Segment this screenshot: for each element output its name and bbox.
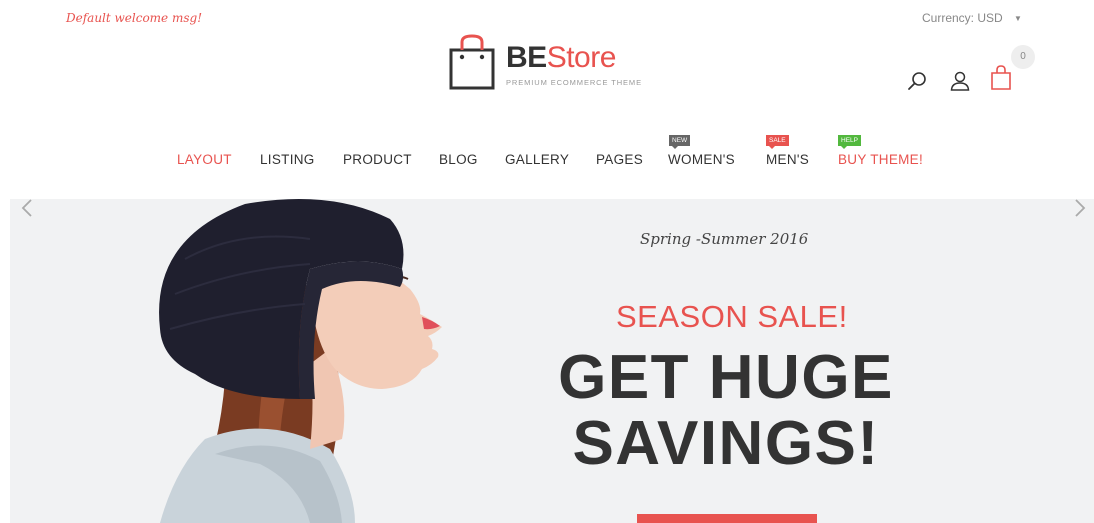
search-button[interactable] — [904, 66, 930, 96]
hero-title: GET HUGE SAVINGS! — [526, 345, 926, 477]
brand-name: BEStore — [506, 42, 616, 74]
slider-prev-button[interactable] — [17, 196, 37, 220]
store-logo[interactable]: BEStore PREMIUM ECOMMERCE THEME — [448, 34, 658, 92]
currency-label: Currency: — [922, 11, 975, 25]
nav-item-pages[interactable]: PAGES — [596, 152, 643, 167]
caret-down-icon: ▼ — [1014, 14, 1022, 23]
search-icon — [908, 72, 926, 90]
nav-item-gallery[interactable]: GALLERY — [505, 152, 569, 167]
hero-kicker-text: Spring -Summer 2016 — [640, 230, 809, 248]
nav-item-blog[interactable]: BLOG — [439, 152, 478, 167]
nav-item-layout[interactable]: LAYOUT — [177, 152, 232, 167]
brand-tagline: PREMIUM ECOMMERCE THEME — [506, 78, 642, 87]
currency-value: USD — [977, 11, 1003, 25]
nav-item-womens[interactable]: WOMEN'S — [668, 152, 735, 167]
badge-help: HELP — [838, 135, 861, 149]
badge-new: NEW — [669, 135, 691, 149]
hero-cta-button[interactable] — [637, 514, 817, 523]
nav-item-buy-theme[interactable]: BUY THEME! — [838, 152, 923, 167]
cart-icon — [991, 65, 1011, 90]
hero-title-line-2: SAVINGS! — [572, 409, 880, 478]
currency-switcher[interactable]: Currency: USD ▼ — [922, 11, 1022, 25]
hero-title-line-1: GET HUGE — [558, 343, 894, 412]
slider-next-button[interactable] — [1070, 196, 1090, 220]
cart-count-badge: 0 — [1011, 45, 1035, 69]
welcome-message: Default welcome msg! — [66, 11, 203, 25]
hero-model-image — [159, 199, 442, 523]
brand-name-light: Store — [546, 41, 617, 74]
main-nav: LAYOUT LISTING PRODUCT BLOG GALLERY PAGE… — [0, 132, 1094, 176]
nav-item-listing[interactable]: LISTING — [260, 152, 315, 167]
nav-item-mens[interactable]: MEN'S — [766, 152, 809, 167]
shopping-bag-logo-icon — [449, 34, 495, 90]
account-button[interactable] — [947, 66, 973, 96]
user-icon — [950, 71, 970, 91]
chevron-right-icon — [1075, 199, 1086, 217]
brand-name-bold: BE — [506, 41, 547, 74]
chevron-left-icon — [21, 199, 32, 217]
nav-item-product[interactable]: PRODUCT — [343, 152, 412, 167]
cart-button[interactable] — [988, 63, 1014, 93]
hero-subtitle: SEASON SALE! — [616, 299, 848, 334]
badge-sale: SALE — [766, 135, 789, 149]
top-bar: Default welcome msg! Currency: USD ▼ — [0, 0, 1094, 36]
